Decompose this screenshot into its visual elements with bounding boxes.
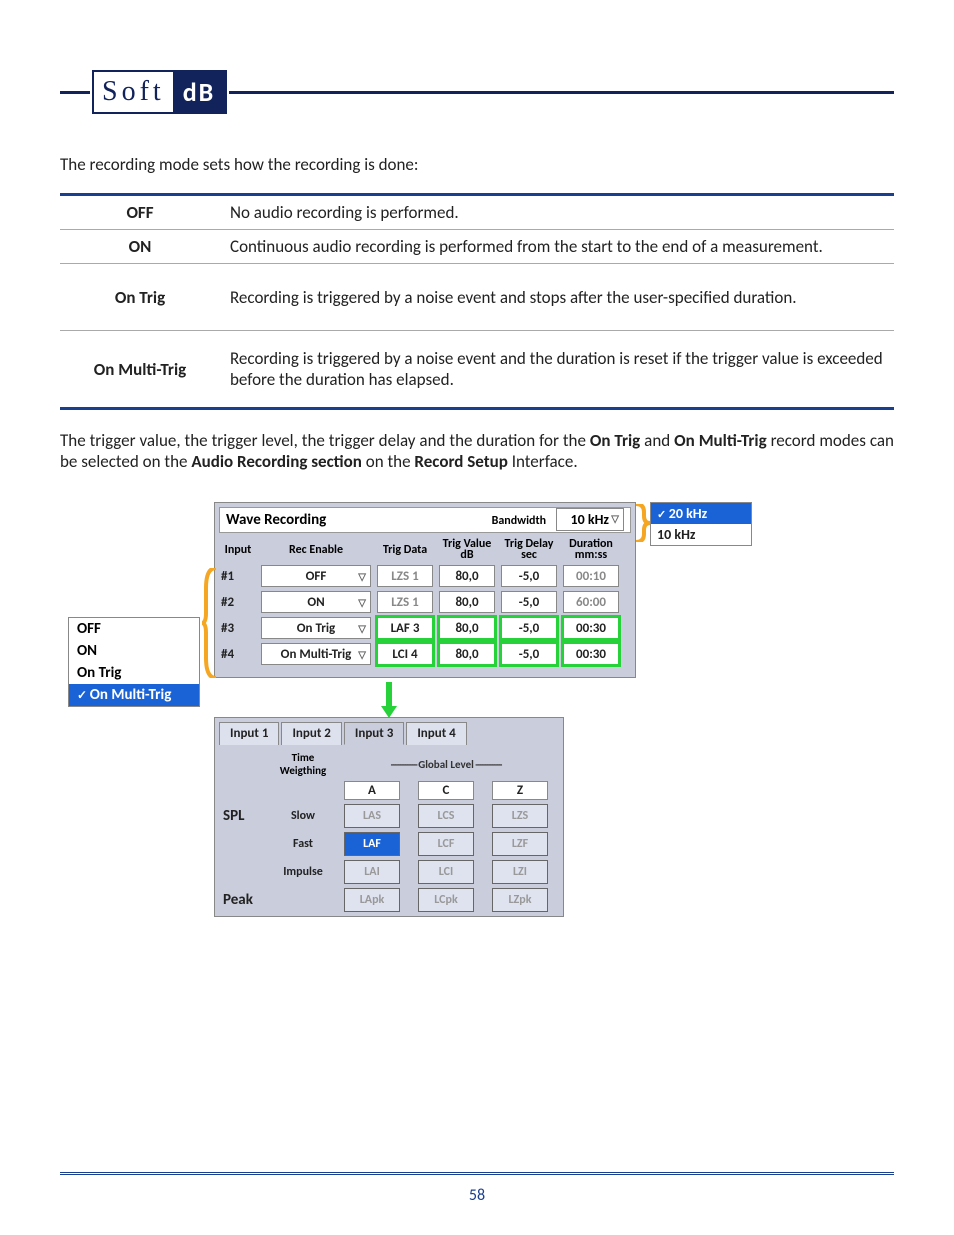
level-button[interactable]: LCS <box>418 804 474 828</box>
brace-icon <box>636 504 650 542</box>
input-tab[interactable]: Input 2 <box>281 722 341 745</box>
trig-data-cell[interactable]: LCI 4 <box>377 643 433 665</box>
brace-icon <box>202 568 218 678</box>
rec-enable-dropdown[interactable]: On Multi-Trig▽ <box>261 643 371 665</box>
input-label: #1 <box>221 569 255 584</box>
mode-desc: Recording is triggered by a noise event … <box>220 331 894 409</box>
col-trig-value: Trig ValuedB <box>439 539 495 561</box>
time-weighting: Fast <box>293 837 313 851</box>
explanation-paragraph: The trigger value, the trigger level, th… <box>60 430 894 472</box>
global-level-panel: Input 1Input 2Input 3Input 4 Time Weigth… <box>214 717 564 917</box>
level-button[interactable]: LZF <box>492 832 548 856</box>
rec-enable-dropdown[interactable]: OFF▽ <box>261 565 371 587</box>
arrow-down-icon <box>379 682 399 718</box>
trig-delay-cell[interactable]: -5,0 <box>501 643 557 665</box>
input-label: #4 <box>221 647 255 662</box>
rec-enable-dropdown[interactable]: On Trig▽ <box>261 617 371 639</box>
level-button[interactable]: LAS <box>344 804 400 828</box>
dropdown-option[interactable]: 10 kHz <box>651 524 751 545</box>
trig-value-cell[interactable]: 80,0 <box>439 565 495 587</box>
wave-recording-panel: Wave Recording Bandwidth 10 kHz▽ Input R… <box>214 502 636 678</box>
time-weighting: Slow <box>291 809 315 823</box>
level-button[interactable]: LZpk <box>492 888 548 912</box>
input-tab[interactable]: Input 1 <box>219 722 279 745</box>
col-trig-delay: Trig Delaysec <box>501 539 557 561</box>
trig-delay-cell[interactable]: -5,0 <box>501 617 557 639</box>
trig-value-cell[interactable]: 80,0 <box>439 617 495 639</box>
mode-desc: Recording is triggered by a noise event … <box>220 264 894 331</box>
logo-text-db: dB <box>173 72 226 112</box>
col-rec-enable: Rec Enable <box>261 543 371 557</box>
rec-enable-dropdown[interactable]: ON▽ <box>261 591 371 613</box>
col-header: C <box>418 781 474 800</box>
input-tab[interactable]: Input 3 <box>344 722 404 745</box>
metric-label: SPL <box>219 807 244 825</box>
mode-desc: Continuous audio recording is performed … <box>220 230 894 264</box>
bandwidth-label: Bandwidth <box>492 514 546 528</box>
page-number: 58 <box>0 1186 954 1205</box>
level-button[interactable]: LCF <box>418 832 474 856</box>
footer-rule <box>60 1172 894 1175</box>
dropdown-option[interactable]: OFF <box>69 618 199 640</box>
col-header: Z <box>492 781 548 800</box>
input-label: #2 <box>221 595 255 610</box>
duration-cell[interactable]: 60:00 <box>563 591 619 613</box>
col-input: Input <box>221 543 255 557</box>
level-button[interactable]: LZI <box>492 860 548 884</box>
chevron-down-icon: ▽ <box>358 648 366 661</box>
trig-data-cell[interactable]: LZS 1 <box>377 565 433 587</box>
recording-mode-table: OFFNo audio recording is performed. ONCo… <box>60 193 894 410</box>
rec-enable-dropdown-list[interactable]: OFFONOn TrigOn Multi-Trig <box>68 617 200 707</box>
mode-desc: No audio recording is performed. <box>220 195 894 230</box>
trig-value-cell[interactable]: 80,0 <box>439 643 495 665</box>
col-trig-data: Trig Data <box>377 545 433 556</box>
trig-value-cell[interactable]: 80,0 <box>439 591 495 613</box>
bandwidth-dropdown[interactable]: 10 kHz▽ <box>556 508 624 531</box>
chevron-down-icon: ▽ <box>358 596 366 609</box>
input-tab[interactable]: Input 4 <box>406 722 466 745</box>
mode-name: On Trig <box>60 264 220 331</box>
level-button[interactable]: LCpk <box>418 888 474 912</box>
metric-label: Peak <box>219 891 253 909</box>
level-button[interactable]: LAI <box>344 860 400 884</box>
col-duration: Durationmm:ss <box>563 539 619 561</box>
global-level-label: Global Level <box>391 758 502 771</box>
header-logo: Soft dB <box>60 70 894 114</box>
logo-text-soft: Soft <box>94 76 173 108</box>
dropdown-option[interactable]: On Trig <box>69 662 199 684</box>
chevron-down-icon: ▽ <box>358 570 366 583</box>
level-button[interactable]: LCI <box>418 860 474 884</box>
dropdown-option[interactable]: ON <box>69 640 199 662</box>
trig-data-cell[interactable]: LAF 3 <box>377 617 433 639</box>
duration-cell[interactable]: 00:30 <box>563 617 619 639</box>
mode-name: OFF <box>60 195 220 230</box>
panel-title: Wave Recording <box>226 511 326 529</box>
time-weighting-label: Time Weigthing <box>273 751 333 777</box>
time-weighting: Impulse <box>283 865 323 879</box>
chevron-down-icon: ▽ <box>358 622 366 635</box>
dropdown-option[interactable]: 20 kHz <box>651 503 751 524</box>
duration-cell[interactable]: 00:30 <box>563 643 619 665</box>
level-button[interactable]: LZS <box>492 804 548 828</box>
dropdown-option[interactable]: On Multi-Trig <box>69 684 199 706</box>
col-header: A <box>344 781 400 800</box>
level-button[interactable]: LAF <box>344 832 400 856</box>
mode-name: ON <box>60 230 220 264</box>
trig-data-cell[interactable]: LZS 1 <box>377 591 433 613</box>
trig-delay-cell[interactable]: -5,0 <box>501 565 557 587</box>
trig-delay-cell[interactable]: -5,0 <box>501 591 557 613</box>
input-label: #3 <box>221 621 255 636</box>
mode-name: On Multi-Trig <box>60 331 220 409</box>
intro-text: The recording mode sets how the recordin… <box>60 154 894 175</box>
level-button[interactable]: LApk <box>344 888 400 912</box>
bandwidth-dropdown-list[interactable]: 20 kHz10 kHz <box>650 502 752 546</box>
duration-cell[interactable]: 00:10 <box>563 565 619 587</box>
chevron-down-icon: ▽ <box>611 512 619 525</box>
